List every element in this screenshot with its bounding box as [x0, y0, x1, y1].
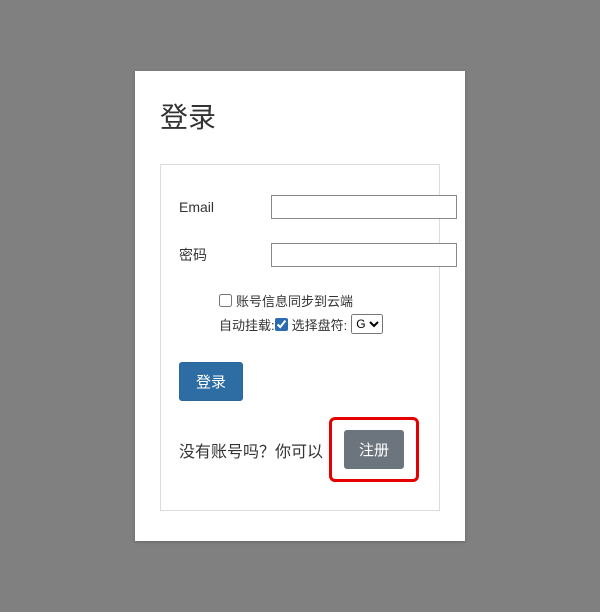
- register-button[interactable]: 注册: [344, 430, 404, 469]
- login-card: 登录 Email 密码 账号信息同步到云端 自动挂载: 选择盘符: G: [135, 71, 465, 541]
- email-label: Email: [179, 199, 271, 215]
- options-block: 账号信息同步到云端 自动挂载: 选择盘符: G: [219, 291, 421, 334]
- password-row: 密码: [179, 243, 421, 267]
- select-drive-label: 选择盘符:: [292, 315, 348, 334]
- email-input[interactable]: [271, 195, 457, 219]
- auto-mount-label: 自动挂载:: [219, 315, 275, 334]
- password-label: 密码: [179, 245, 271, 265]
- email-row: Email: [179, 195, 421, 219]
- login-button[interactable]: 登录: [179, 362, 243, 401]
- sync-cloud-checkbox[interactable]: [219, 294, 232, 307]
- register-highlight-box: 注册: [329, 417, 419, 482]
- drive-select[interactable]: G: [351, 314, 383, 334]
- page-title: 登录: [160, 96, 440, 136]
- select-drive-checkbox[interactable]: [275, 318, 288, 331]
- sync-cloud-option: 账号信息同步到云端: [219, 291, 421, 310]
- register-line: 没有账号吗？你可以 注册: [179, 417, 421, 482]
- auto-mount-option: 自动挂载: 选择盘符: G: [219, 314, 421, 334]
- sync-cloud-label: 账号信息同步到云端: [236, 291, 353, 310]
- login-form-panel: Email 密码 账号信息同步到云端 自动挂载: 选择盘符: G 登录 没有: [160, 164, 440, 511]
- password-input[interactable]: [271, 243, 457, 267]
- register-prompt: 没有账号吗？你可以: [179, 438, 323, 462]
